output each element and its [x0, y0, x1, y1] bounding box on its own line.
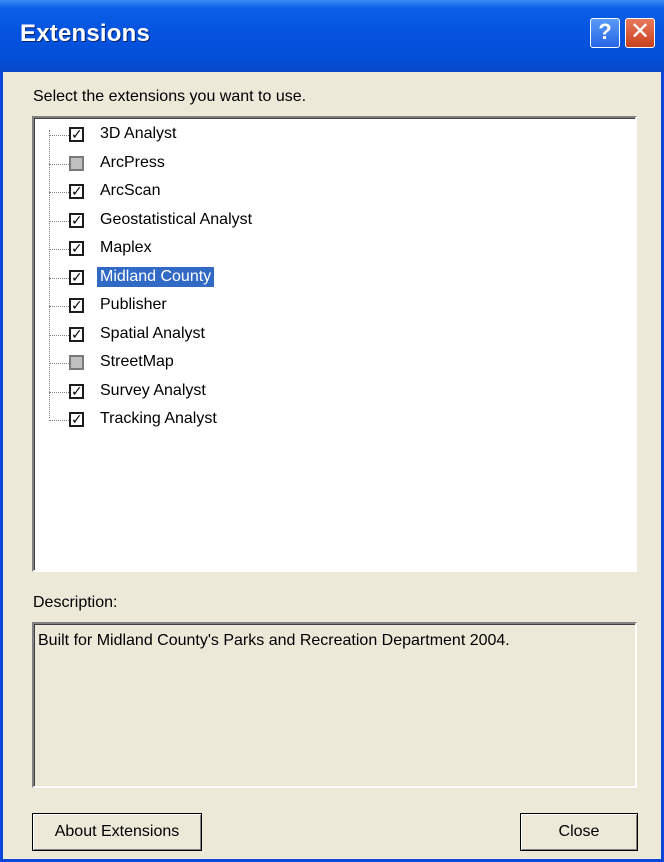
extension-item[interactable]: ✓ Survey Analyst — [34, 378, 594, 406]
extension-label: Spatial Analyst — [100, 324, 205, 342]
extension-label: Maplex — [100, 239, 152, 256]
tree-branch — [49, 391, 69, 393]
extension-label: ArcPress — [100, 153, 165, 171]
checkbox-checked[interactable]: ✓ — [69, 184, 84, 199]
dialog-title: Extensions — [20, 20, 151, 47]
extension-item[interactable]: ✓ Geostatistical Analyst — [34, 207, 594, 235]
tree-branch — [49, 192, 69, 193]
extension-label: Publisher — [100, 296, 167, 313]
extension-label: Survey Analyst — [100, 381, 206, 399]
extension-item[interactable]: ✓ 3D Analyst — [34, 121, 594, 149]
instruction-label: Select the extensions you want to use. — [33, 88, 307, 105]
extension-item[interactable]: ✓ Spatial Analyst — [34, 321, 594, 349]
checkbox-unchecked[interactable] — [69, 355, 84, 370]
extension-label: Geostatistical Analyst — [100, 210, 253, 228]
checkbox-checked[interactable]: ✓ — [69, 325, 84, 342]
extension-item[interactable]: ✓ ArcScan — [34, 178, 594, 206]
description-box: Built for Midland County's Parks and Rec… — [32, 622, 637, 788]
about-extensions-button[interactable]: About Extensions — [32, 813, 202, 851]
tree-branch — [49, 135, 69, 136]
check-icon: ✓ — [71, 268, 83, 285]
checkbox-checked[interactable]: ✓ — [69, 241, 84, 256]
extension-label: StreetMap — [100, 353, 174, 370]
help-button[interactable]: ? — [590, 18, 620, 48]
title-bar[interactable]: Extensions ? ✕ — [0, 0, 664, 72]
tree-branch — [49, 420, 69, 421]
checkbox-checked[interactable]: ✓ — [69, 211, 84, 228]
tree-branch — [49, 306, 69, 307]
check-icon: ✓ — [71, 240, 83, 256]
check-icon: ✓ — [71, 325, 83, 342]
extensions-list[interactable]: ✓ 3D Analyst ArcPress ✓ ArcScan ✓ Geostatistic… — [32, 116, 637, 572]
title-close-button[interactable]: ✕ — [625, 18, 655, 48]
extension-item[interactable]: ✓ Midland County — [34, 264, 594, 292]
tree-branch — [49, 277, 69, 279]
checkbox-checked[interactable]: ✓ — [69, 298, 84, 313]
tree-branch — [49, 249, 69, 250]
extension-label: 3D Analyst — [100, 125, 177, 142]
extension-item[interactable]: ✓ Maplex — [34, 235, 594, 263]
extension-item[interactable]: ✓ Tracking Analyst — [34, 406, 594, 434]
check-icon: ✓ — [71, 411, 83, 427]
checkbox-checked[interactable]: ✓ — [69, 127, 84, 142]
checkbox-unchecked[interactable] — [69, 155, 84, 171]
extension-label: ArcScan — [100, 182, 161, 199]
extension-label: Tracking Analyst — [100, 410, 217, 427]
checkbox-checked[interactable]: ✓ — [69, 382, 84, 399]
check-icon: ✓ — [71, 126, 83, 142]
checkbox-checked[interactable]: ✓ — [69, 268, 84, 285]
close-button[interactable]: Close — [520, 813, 638, 851]
close-icon: ✕ — [629, 18, 651, 45]
check-icon: ✓ — [71, 211, 83, 228]
tree-branch — [49, 363, 69, 364]
description-label: Description: — [33, 594, 118, 611]
check-icon: ✓ — [71, 297, 83, 313]
check-icon: ✓ — [71, 183, 83, 199]
check-icon: ✓ — [71, 382, 83, 399]
tree-branch — [49, 163, 69, 165]
extension-item[interactable]: ✓ Publisher — [34, 292, 594, 320]
extension-item[interactable]: ArcPress — [34, 150, 594, 178]
extension-item[interactable]: StreetMap — [34, 349, 594, 377]
tree-branch — [49, 334, 69, 336]
tree-branch — [49, 220, 69, 222]
extension-label: Midland County — [97, 266, 215, 287]
checkbox-checked[interactable]: ✓ — [69, 412, 84, 427]
help-icon: ? — [598, 19, 612, 44]
